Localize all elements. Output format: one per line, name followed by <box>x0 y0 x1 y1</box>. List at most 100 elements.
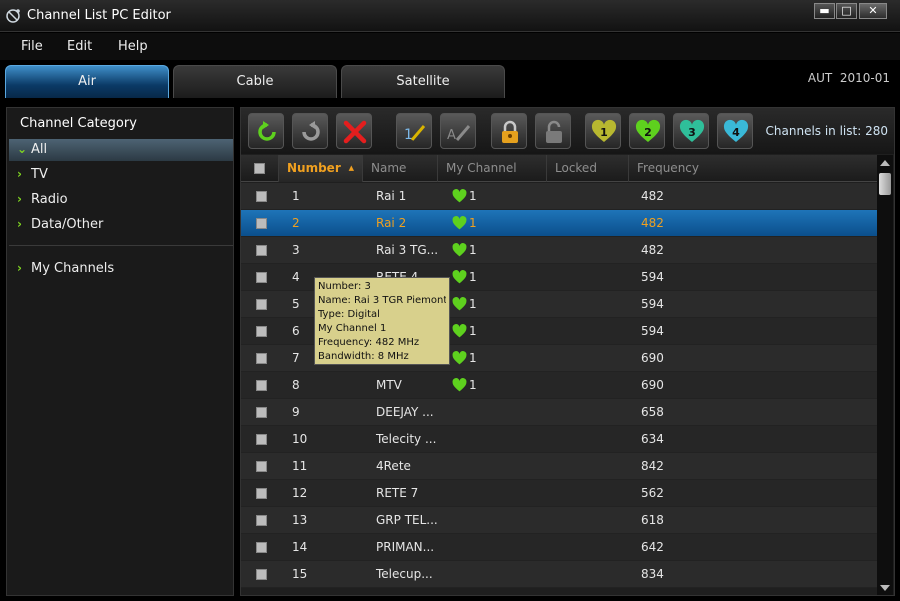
row-checkbox[interactable] <box>256 461 267 472</box>
tooltip-line: Name: Rai 3 TGR Piemonte <box>318 295 446 306</box>
favorite-2-button[interactable]: 2 <box>629 113 665 149</box>
column-label: Frequency <box>637 161 699 175</box>
favorite-heart-icon <box>452 378 467 392</box>
cell-number: 5 <box>292 297 300 311</box>
cell-frequency: 690 <box>641 351 664 365</box>
scroll-down-icon[interactable] <box>880 585 890 591</box>
chevron-right-icon: › <box>17 167 22 181</box>
undo-button[interactable] <box>248 113 284 149</box>
table-row[interactable]: 1 Rai 1 1 482 <box>241 183 878 210</box>
cell-my-channel: 1 <box>469 243 477 257</box>
close-button[interactable]: ✕ <box>859 3 887 19</box>
vertical-scrollbar[interactable] <box>877 155 893 595</box>
favorite-4-button[interactable]: 4 <box>717 113 753 149</box>
undo-icon <box>258 121 276 141</box>
select-all-checkbox[interactable] <box>254 163 265 174</box>
maximize-button[interactable]: □ <box>836 3 857 19</box>
favorite-1-button[interactable]: 1 <box>585 113 621 149</box>
delete-button[interactable] <box>336 113 372 149</box>
row-checkbox[interactable] <box>256 272 267 283</box>
tab-air[interactable]: Air <box>5 65 169 98</box>
table-row[interactable]: 8 MTV 1 690 <box>241 372 878 399</box>
table-row[interactable]: 15 Telecup... 834 <box>241 561 878 588</box>
row-checkbox[interactable] <box>256 515 267 526</box>
row-checkbox[interactable] <box>256 191 267 202</box>
tab-satellite[interactable]: Satellite <box>341 65 505 98</box>
satellite-dish-icon <box>6 9 20 23</box>
column-frequency[interactable]: Frequency <box>629 155 878 182</box>
table-row[interactable]: 9 DEEJAY ... 658 <box>241 399 878 426</box>
row-checkbox[interactable] <box>256 326 267 337</box>
table-row[interactable]: 11 4Rete 842 <box>241 453 878 480</box>
column-my-channel[interactable]: My Channel <box>438 155 547 182</box>
row-checkbox[interactable] <box>256 569 267 580</box>
title-bar: Channel List PC Editor ▬ □ ✕ <box>0 0 900 32</box>
tab-cable[interactable]: Cable <box>173 65 337 98</box>
menu-help[interactable]: Help <box>118 39 148 54</box>
tooltip-line: Type: Digital <box>318 309 380 320</box>
column-locked[interactable]: Locked <box>547 155 629 182</box>
cell-my-channel: 1 <box>469 351 477 365</box>
category-header: Channel Category <box>20 116 137 131</box>
row-checkbox[interactable] <box>256 488 267 499</box>
favorite-3-button[interactable]: 3 <box>673 113 709 149</box>
favorite-heart-icon <box>452 189 467 203</box>
favorite-number: 3 <box>688 126 696 139</box>
chevron-down-icon: ⌄ <box>17 142 28 156</box>
cell-number: 14 <box>292 540 308 554</box>
menu-file[interactable]: File <box>21 39 43 54</box>
favorite-heart-icon <box>452 297 467 311</box>
row-checkbox[interactable] <box>256 407 267 418</box>
scrollbar-thumb[interactable] <box>879 173 891 195</box>
column-label: Number <box>287 161 341 175</box>
category-data-other[interactable]: › Data/Other <box>9 214 233 236</box>
menu-edit[interactable]: Edit <box>67 39 92 54</box>
table-row[interactable]: 3 Rai 3 TG... 1 482 <box>241 237 878 264</box>
cell-name: 4Rete <box>376 459 411 473</box>
row-checkbox[interactable] <box>256 245 267 256</box>
lock-button[interactable] <box>491 113 527 149</box>
row-checkbox[interactable] <box>256 299 267 310</box>
favorite-heart-icon <box>452 243 467 257</box>
category-all[interactable]: ⌄ All <box>9 139 233 161</box>
cell-number: 1 <box>292 189 300 203</box>
cell-my-channel: 1 <box>469 378 477 392</box>
row-checkbox[interactable] <box>256 353 267 364</box>
cell-number: 11 <box>292 459 308 473</box>
select-all-header[interactable] <box>241 155 279 182</box>
chevron-right-icon: › <box>17 192 22 206</box>
cell-frequency: 634 <box>641 432 664 446</box>
table-row[interactable]: 2 Rai 2 1 482 <box>241 210 878 237</box>
row-checkbox[interactable] <box>256 542 267 553</box>
unlock-button[interactable] <box>535 113 571 149</box>
table-row[interactable]: 14 PRIMAN... 642 <box>241 534 878 561</box>
category-label: Data/Other <box>31 217 104 232</box>
rename-disabled-button[interactable]: A <box>440 113 476 149</box>
cell-number: 9 <box>292 405 300 419</box>
row-checkbox[interactable] <box>256 218 267 229</box>
table-row[interactable]: 13 GRP TEL... 618 <box>241 507 878 534</box>
category-radio[interactable]: › Radio <box>9 189 233 211</box>
row-checkbox[interactable] <box>256 434 267 445</box>
category-my-channels[interactable]: › My Channels <box>9 258 233 280</box>
cell-number: 12 <box>292 486 308 500</box>
column-name[interactable]: Name <box>363 155 438 182</box>
cell-frequency: 658 <box>641 405 664 419</box>
minimize-button[interactable]: ▬ <box>814 3 835 19</box>
table-row[interactable]: 12 RETE 7 562 <box>241 480 878 507</box>
rename-button[interactable]: 1 <box>396 113 432 149</box>
row-checkbox[interactable] <box>256 380 267 391</box>
cell-number: 7 <box>292 351 300 365</box>
scroll-up-icon[interactable] <box>880 160 890 166</box>
cell-frequency: 482 <box>641 189 664 203</box>
cell-frequency: 594 <box>641 324 664 338</box>
table-row[interactable]: 10 Telecity ... 634 <box>241 426 878 453</box>
cell-my-channel: 1 <box>469 189 477 203</box>
column-number[interactable]: Number ▲ <box>279 155 363 182</box>
category-tv[interactable]: › TV <box>9 164 233 186</box>
cell-number: 13 <box>292 513 308 527</box>
cell-name: GRP TEL... <box>376 513 438 527</box>
redo-button[interactable] <box>292 113 328 149</box>
region-info: AUT 2010-01 <box>807 71 890 85</box>
cell-name: RETE 7 <box>376 486 419 500</box>
